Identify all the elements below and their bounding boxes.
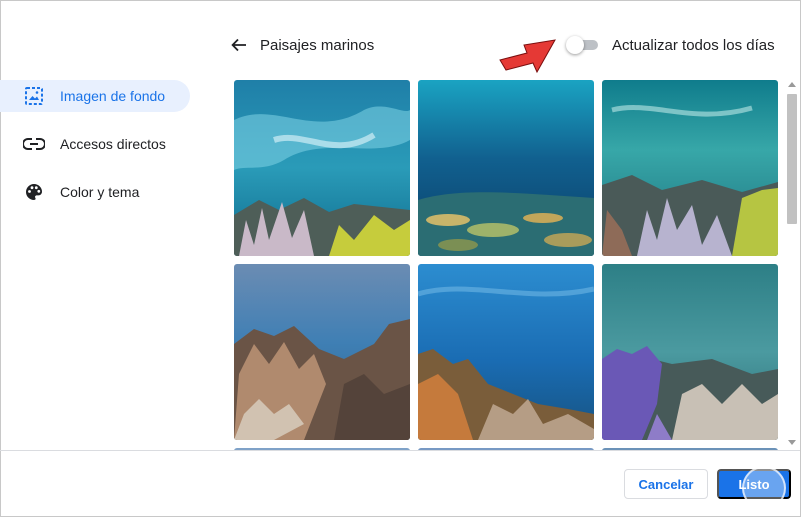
background-tile[interactable]	[418, 80, 594, 256]
footer-divider	[0, 450, 800, 451]
sidebar-item-shortcuts[interactable]: Accesos directos	[0, 128, 200, 160]
background-tile[interactable]	[418, 264, 594, 440]
background-gallery	[226, 80, 784, 450]
done-button[interactable]: Listo	[717, 469, 791, 499]
toggle-knob	[566, 36, 584, 54]
link-icon	[22, 132, 46, 156]
arrow-back-icon	[231, 38, 246, 52]
background-tile[interactable]	[602, 264, 778, 440]
back-button[interactable]	[228, 34, 250, 56]
background-tile[interactable]	[234, 80, 410, 256]
sidebar: Imagen de fondo Accesos directos Color y…	[0, 80, 200, 224]
gallery-scrollbar[interactable]	[784, 80, 800, 450]
daily-refresh-toggle[interactable]	[566, 36, 600, 54]
cancel-button[interactable]: Cancelar	[624, 469, 708, 499]
sidebar-item-background-image[interactable]: Imagen de fondo	[0, 80, 190, 112]
background-tile[interactable]	[234, 264, 410, 440]
page-title: Paisajes marinos	[260, 37, 375, 54]
annotation-arrow-icon	[499, 39, 556, 74]
scroll-up-icon[interactable]	[788, 82, 796, 87]
sidebar-item-label: Color y tema	[60, 184, 140, 200]
sidebar-item-label: Accesos directos	[60, 136, 166, 152]
background-tile[interactable]	[602, 80, 778, 256]
scrollbar-thumb[interactable]	[787, 94, 797, 224]
palette-icon	[22, 180, 46, 204]
scroll-down-icon[interactable]	[788, 440, 796, 445]
image-icon	[22, 84, 46, 108]
sidebar-item-color-theme[interactable]: Color y tema	[0, 176, 200, 208]
sidebar-item-label: Imagen de fondo	[60, 88, 166, 104]
daily-refresh-label: Actualizar todos los días	[612, 37, 775, 54]
